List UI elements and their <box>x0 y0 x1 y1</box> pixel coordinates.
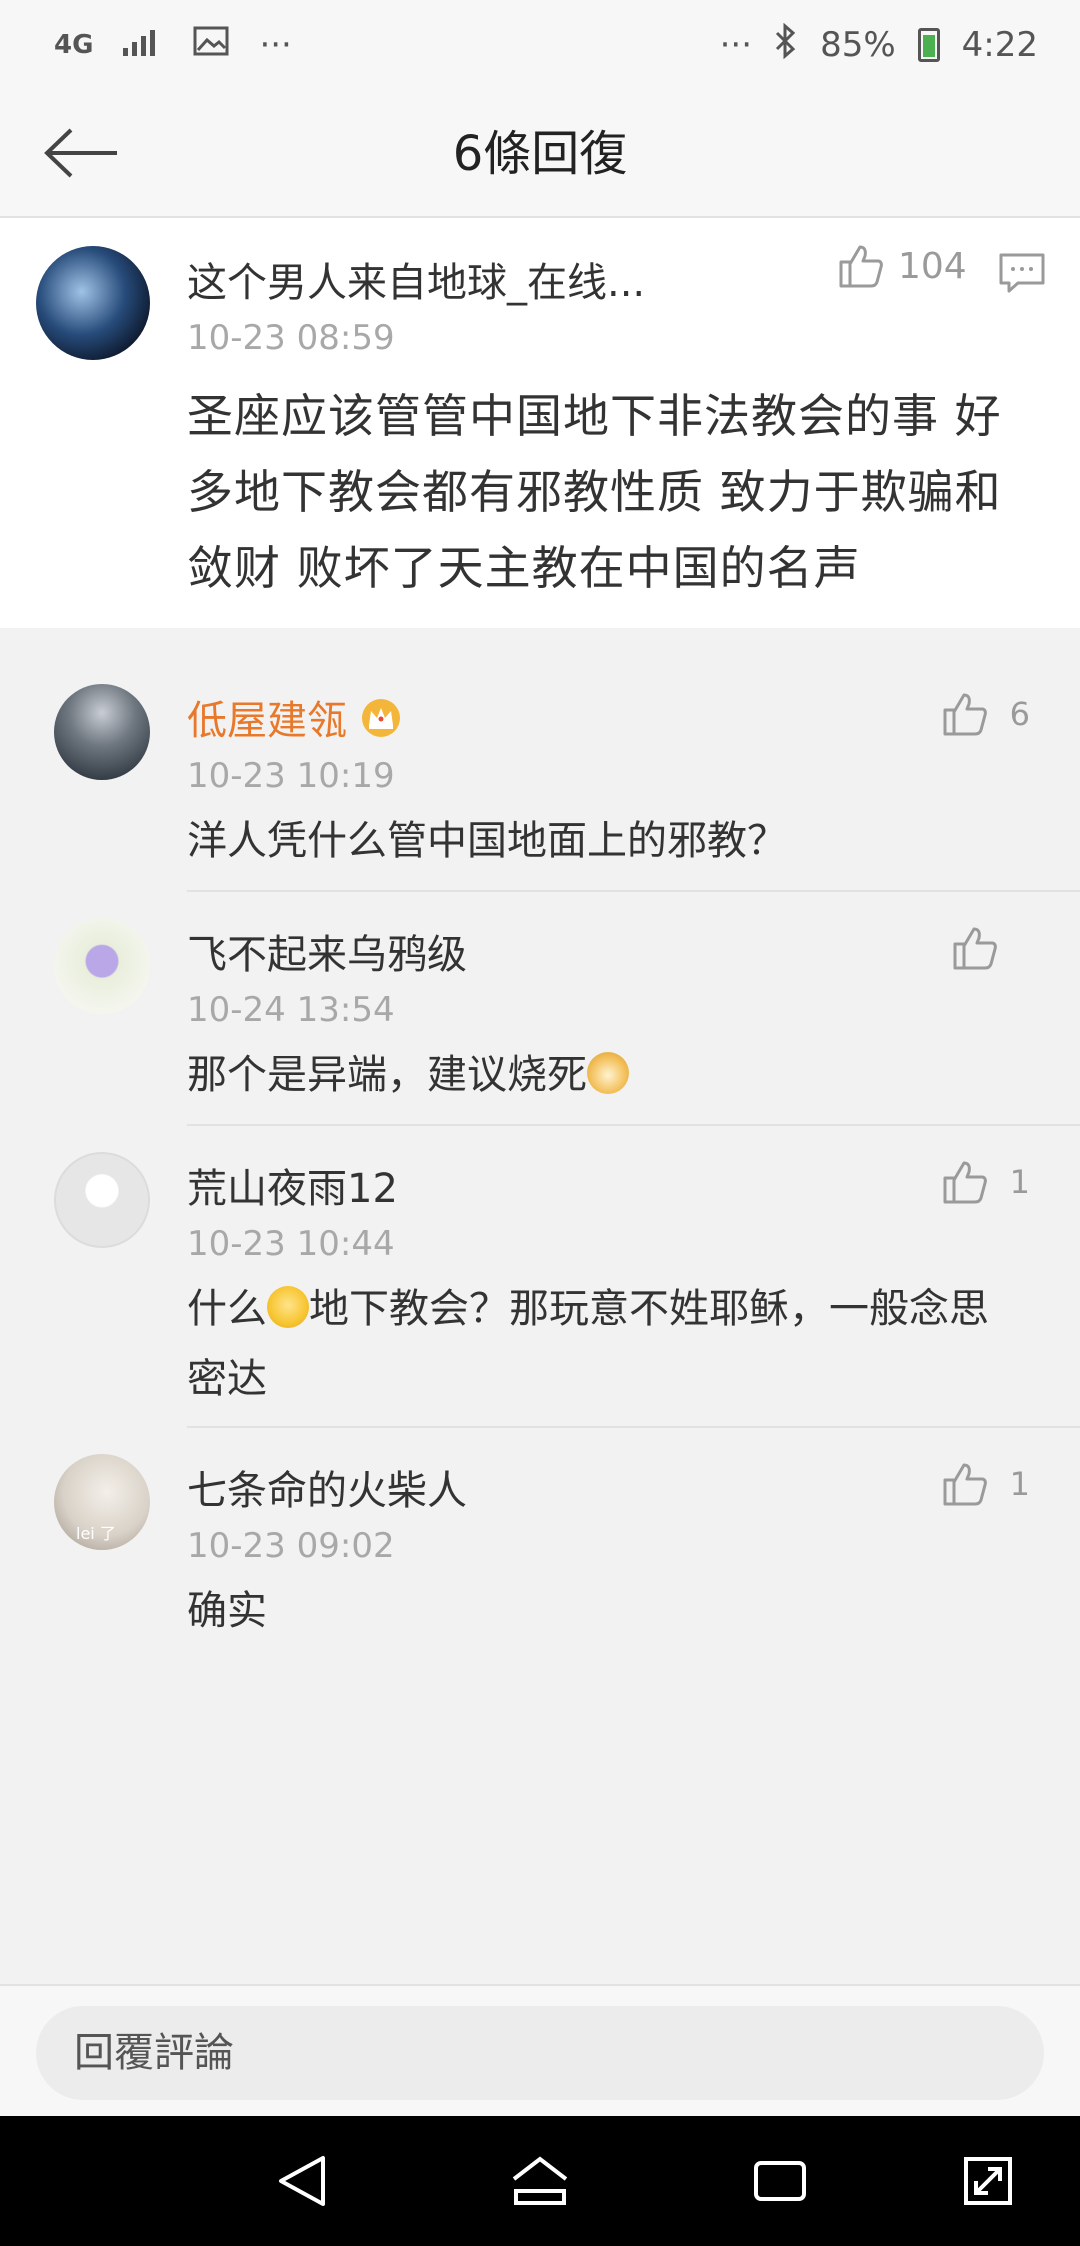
thumbs-up-icon <box>839 245 883 288</box>
username[interactable]: 飞不起来乌鸦级 <box>187 922 467 980</box>
reply-text-part: 什么 <box>187 1286 267 1332</box>
reply-item: lei 了 七条命的火柴人 10-23 09:02 1 确实 <box>0 1428 1080 1648</box>
like-count: 1 <box>1009 1465 1030 1503</box>
signal-icon <box>123 25 163 65</box>
recents-icon <box>754 2161 806 2201</box>
avatar[interactable] <box>54 684 150 780</box>
username[interactable]: 低屋建瓴 <box>187 688 403 748</box>
more-left: ··· <box>259 25 292 65</box>
like-count: 104 <box>898 245 967 287</box>
nav-expand-button[interactable] <box>948 2146 1028 2216</box>
like-button[interactable]: 1 <box>942 1462 1030 1506</box>
reply-item: 飞不起来乌鸦级 10-24 13:54 那个是异端，建议烧死 <box>0 892 1080 1126</box>
app-bar: 6條回復 <box>0 90 1080 218</box>
timestamp: 10-23 10:44 <box>187 1224 395 1264</box>
thumbs-up-icon <box>943 693 987 736</box>
like-button[interactable]: 104 <box>838 244 967 288</box>
username[interactable]: 荒山夜雨12 <box>187 1156 398 1214</box>
timestamp: 10-24 13:54 <box>187 990 395 1030</box>
avatar[interactable] <box>54 918 150 1014</box>
main-comment: 这个男人来自地球_在线... 10-23 08:59 104 圣座应该管管中国地… <box>0 218 1080 628</box>
smile-emoji-icon <box>267 1286 309 1328</box>
like-count: 1 <box>1009 1163 1030 1201</box>
reply-input[interactable]: 回覆評論 <box>36 2006 1044 2100</box>
reply-button[interactable] <box>998 252 1046 298</box>
doge-emoji-icon <box>587 1052 629 1094</box>
username-text: 低屋建瓴 <box>187 698 347 744</box>
bluetooth-icon <box>774 22 798 68</box>
username[interactable]: 这个男人来自地球_在线... <box>187 250 645 308</box>
reply-text: 那个是异端，建议烧死 <box>187 1040 1007 1110</box>
avatar-caption: lei 了 <box>76 1524 116 1543</box>
reply-text: 洋人凭什么管中国地面上的邪教？ <box>187 818 787 864</box>
home-icon <box>512 2156 568 2205</box>
nav-back-button[interactable] <box>262 2146 342 2216</box>
navigation-bar <box>0 2116 1080 2246</box>
expand-icon <box>964 2157 1012 2205</box>
reply-text: 确实 <box>187 1588 267 1634</box>
avatar[interactable]: lei 了 <box>54 1454 150 1550</box>
avatar[interactable] <box>36 246 150 360</box>
clock: 4:22 <box>961 25 1038 65</box>
avatar[interactable] <box>54 1152 150 1248</box>
like-button[interactable] <box>952 926 1020 970</box>
page-title: 6條回復 <box>452 126 628 182</box>
battery-percent: 85% <box>820 25 896 65</box>
reply-bar: 回覆評論 <box>0 1984 1080 2116</box>
thumbs-up-icon <box>943 1161 987 1204</box>
battery-icon <box>917 28 940 62</box>
reply-item: 低屋建瓴 10-23 10:19 6 洋人凭什么管中国地面上的邪教？ <box>0 658 1080 892</box>
timestamp: 10-23 10:19 <box>187 756 395 796</box>
reply-text-part: 那个是异端，建议烧死 <box>187 1052 587 1098</box>
reply-item: 荒山夜雨12 10-23 10:44 1 什么 地下教会？那玩意不姓耶稣，一般念思… <box>0 1126 1080 1428</box>
nav-recents-button[interactable] <box>740 2146 820 2216</box>
triangle-back-icon <box>279 2156 325 2206</box>
thumbs-up-icon <box>953 927 997 970</box>
status-bar: 4G ··· ··· 85% 4:22 <box>0 0 1080 90</box>
username[interactable]: 七条命的火柴人 <box>187 1458 467 1516</box>
like-count: 6 <box>1009 695 1030 733</box>
timestamp: 10-23 09:02 <box>187 1526 395 1566</box>
crown-icon <box>359 698 403 748</box>
thumbs-up-icon <box>943 1463 987 1506</box>
like-button[interactable]: 1 <box>942 1160 1030 1204</box>
reply-text: 什么 地下教会？那玩意不姓耶稣，一般念思密达 <box>187 1274 1007 1414</box>
image-icon <box>193 25 229 65</box>
nav-home-button[interactable] <box>500 2146 580 2216</box>
network-indicator: 4G <box>54 30 94 60</box>
more-right: ··· <box>719 25 753 65</box>
reply-list: 低屋建瓴 10-23 10:19 6 洋人凭什么管中国地面上的邪教？ 飞不起来乌… <box>0 658 1080 1648</box>
comment-icon <box>999 253 1045 293</box>
timestamp: 10-23 08:59 <box>187 318 395 358</box>
like-button[interactable]: 6 <box>942 692 1030 736</box>
comment-text: 圣座应该管管中国地下非法教会的事 好多地下教会都有邪教性质 致力于欺骗和敛财 败… <box>187 389 1002 595</box>
